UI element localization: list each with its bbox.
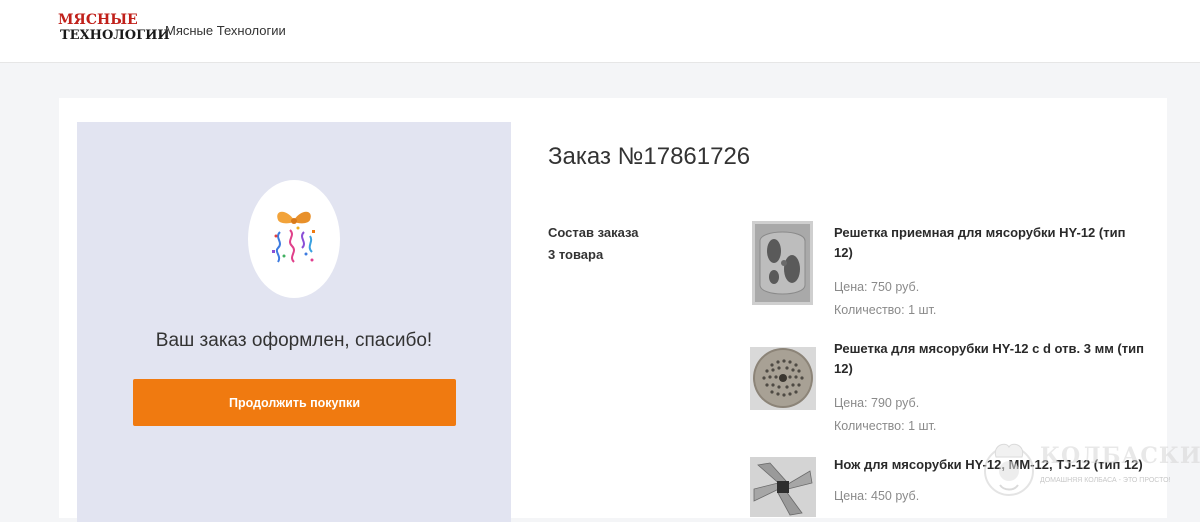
order-item-quantity: Количество: 1 шт. [834, 303, 937, 317]
order-item-price: Цена: 790 руб. [834, 396, 920, 410]
grinder-plate-image[interactable] [750, 347, 816, 410]
gift-confetti-icon [272, 211, 315, 263]
order-item-name[interactable]: Решетка приемная для мясорубки HY-12 (ти… [834, 223, 1144, 263]
order-item-price: Цена: 450 руб. [834, 489, 920, 503]
receiving-grate-image[interactable] [752, 221, 813, 305]
grinder-knife-image[interactable] [750, 457, 816, 517]
logo-line2: ТЕХНОЛОГИИ [60, 28, 170, 43]
confirmation-panel: Ваш заказ оформлен, спасибо! Продолжить … [77, 122, 511, 522]
order-composition-label: Состав заказа [548, 225, 639, 240]
site-logo[interactable]: МЯСНЫЕ ТЕХНОЛОГИИ [58, 12, 170, 47]
order-item-name[interactable]: Решетка для мясорубки HY-12 с d отв. 3 м… [834, 339, 1144, 379]
site-name[interactable]: Мясные Технологии [165, 23, 286, 38]
site-header: МЯСНЫЕ ТЕХНОЛОГИИ Мясные Технологии [0, 0, 1200, 63]
order-item-quantity: Количество: 1 шт. [834, 419, 937, 433]
order-item-price: Цена: 750 руб. [834, 280, 920, 294]
watermark-text: КОЛБАСКИ [1040, 443, 1200, 469]
order-items-count: 3 товара [548, 247, 604, 262]
logo-line1: МЯСНЫЕ [58, 12, 138, 28]
watermark: КОЛБАСКИ ДОМАШНЯЯ КОЛБАСА - ЭТО ПРОСТО! [980, 437, 1200, 499]
watermark-subtext: ДОМАШНЯЯ КОЛБАСА - ЭТО ПРОСТО! [1040, 477, 1171, 484]
continue-shopping-button[interactable]: Продолжить покупки [133, 379, 456, 426]
gift-badge [248, 180, 340, 298]
chef-icon [984, 443, 1034, 496]
order-title: Заказ №17861726 [548, 143, 751, 170]
thank-you-message: Ваш заказ оформлен, спасибо! [155, 330, 433, 351]
